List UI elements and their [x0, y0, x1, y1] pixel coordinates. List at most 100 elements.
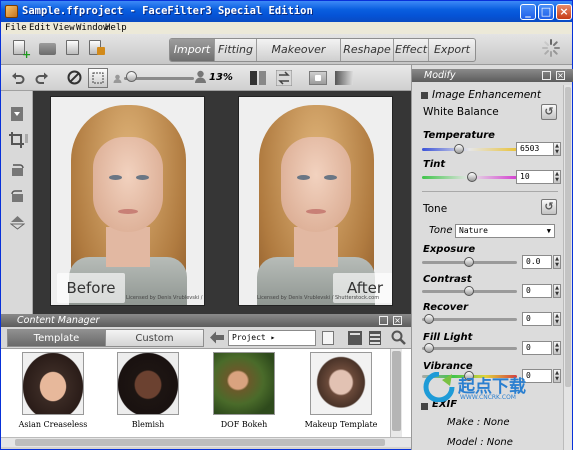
template-thumb-blemish[interactable]	[117, 352, 179, 415]
divider	[422, 191, 558, 192]
scrollbar-thumb[interactable]	[15, 439, 385, 446]
model-label: Model :	[447, 437, 487, 448]
open-folder-icon[interactable]	[39, 40, 57, 56]
menu-edit[interactable]: Edit	[29, 22, 51, 34]
menu-window[interactable]: Window	[76, 22, 109, 34]
tone-select[interactable]: Nature ▼	[455, 224, 555, 238]
list-view-icon[interactable]	[369, 331, 381, 345]
temperature-field[interactable]: 6503	[516, 142, 554, 156]
temperature-slider[interactable]	[422, 148, 517, 151]
single-view-icon[interactable]	[309, 71, 327, 85]
modify-scrollbar[interactable]	[563, 85, 572, 450]
recover-slider-knob[interactable]	[424, 314, 434, 324]
contrast-spinner[interactable]: ▲ ▼	[553, 284, 561, 298]
save-template-icon[interactable]	[322, 331, 334, 345]
folder-select[interactable]: Project ▸	[228, 330, 316, 346]
fill-light-spinner[interactable]: ▲ ▼	[553, 341, 561, 355]
tab-custom[interactable]: Custom	[105, 329, 204, 347]
zoom-value: 13%	[209, 72, 233, 83]
recover-slider[interactable]	[422, 318, 517, 321]
tab-import[interactable]: Import	[170, 39, 215, 61]
menu-bar: File Edit View Window Help	[1, 22, 572, 34]
template-horizontal-scrollbar[interactable]	[1, 437, 411, 447]
contrast-field[interactable]: 0	[522, 284, 552, 298]
search-icon[interactable]	[391, 330, 406, 345]
temperature-slider-knob[interactable]	[454, 144, 464, 154]
model-row: Model : None	[447, 437, 513, 448]
menu-view[interactable]: View	[53, 22, 75, 34]
exposure-field[interactable]: 0.0	[522, 255, 552, 269]
zoom-in-icon[interactable]	[195, 70, 206, 83]
undo-icon[interactable]	[11, 71, 25, 85]
save-as-icon[interactable]	[89, 40, 107, 56]
swap-icon[interactable]	[276, 70, 292, 86]
new-project-icon[interactable]: +	[13, 40, 31, 61]
chevron-right-icon: ▸	[265, 333, 276, 342]
template-thumb-dof-bokeh[interactable]	[213, 352, 275, 415]
tab-effect[interactable]: Effect	[394, 39, 429, 61]
fill-light-field[interactable]: 0	[522, 341, 552, 355]
menu-help[interactable]: Help	[105, 22, 127, 34]
menu-file[interactable]: File	[5, 22, 27, 34]
image-enhancement-heading: Image Enhancement	[432, 89, 541, 101]
tint-spinner[interactable]: ▲ ▼	[553, 170, 561, 184]
contrast-label: Contrast	[423, 274, 472, 285]
recover-spinner[interactable]: ▲ ▼	[553, 312, 561, 326]
redo-icon[interactable]	[35, 71, 49, 85]
panel-close-icon[interactable]: ×	[393, 316, 402, 325]
recover-field[interactable]: 0	[522, 312, 552, 326]
crop-icon[interactable]	[9, 132, 29, 148]
tab-makeover[interactable]: Makeover	[257, 39, 341, 61]
panel-close-icon[interactable]: ×	[556, 71, 565, 80]
rotate-right-icon[interactable]	[10, 189, 25, 204]
white-balance-reset-button[interactable]: ↺	[541, 104, 557, 120]
after-photo[interactable]: After Licensed by Denis Vrublevski / Shu…	[239, 97, 392, 305]
split-view-icon[interactable]	[250, 71, 266, 85]
template-thumb-asian-creaseless[interactable]	[22, 352, 84, 415]
compare-icon[interactable]	[335, 71, 353, 85]
rotate-left-icon[interactable]	[10, 163, 25, 178]
before-photo[interactable]: Before Licensed by Denis Vrublevski / Sh…	[51, 97, 204, 305]
photo-canvas[interactable]: Before Licensed by Denis Vrublevski / Sh…	[33, 91, 411, 314]
temperature-spinner[interactable]: ▲ ▼	[553, 142, 561, 156]
chevron-down-icon: ▼	[546, 227, 551, 235]
tab-template[interactable]: Template	[7, 329, 106, 347]
minimize-button[interactable]: _	[520, 4, 536, 20]
tab-reshape[interactable]: Reshape	[341, 39, 394, 61]
scrollbar-thumb[interactable]	[392, 351, 401, 431]
zoom-slider-knob[interactable]	[126, 71, 137, 82]
folder-name: Project	[232, 333, 266, 342]
fill-light-slider-knob[interactable]	[424, 343, 434, 353]
tab-export[interactable]: Export	[429, 39, 475, 61]
title-bar[interactable]: Sample.ffproject - FaceFilter3 Special E…	[1, 1, 572, 22]
tab-fitting[interactable]: Fitting	[215, 39, 257, 61]
tint-field[interactable]: 10	[516, 170, 554, 184]
exposure-spinner[interactable]: ▲ ▼	[553, 255, 561, 269]
flip-icon[interactable]	[10, 215, 25, 230]
modify-panel-header: Modify ×	[412, 69, 573, 82]
import-photo-icon[interactable]	[10, 106, 24, 122]
panel-float-icon[interactable]	[542, 71, 551, 80]
editor-toolbar: 13%	[1, 65, 411, 91]
template-thumb-makeup[interactable]	[310, 352, 372, 415]
close-button[interactable]: ×	[556, 4, 572, 20]
tint-slider-knob[interactable]	[467, 172, 477, 182]
contrast-slider-knob[interactable]	[464, 286, 474, 296]
clear-icon[interactable]	[67, 70, 82, 85]
save-icon[interactable]	[65, 40, 83, 56]
scrollbar-thumb[interactable]	[565, 87, 571, 387]
tone-reset-button[interactable]: ↺	[541, 199, 557, 215]
tone-heading: Tone	[423, 203, 448, 215]
model-value: None	[486, 437, 513, 448]
template-vertical-scrollbar[interactable]	[390, 349, 402, 437]
back-arrow-icon[interactable]	[210, 331, 224, 344]
panel-float-icon[interactable]	[379, 316, 388, 325]
fill-light-slider[interactable]	[422, 347, 517, 350]
zoom-out-icon[interactable]	[113, 74, 122, 83]
fit-icon[interactable]	[88, 68, 108, 88]
tone-value: Nature	[459, 226, 488, 235]
exposure-slider-knob[interactable]	[464, 257, 474, 267]
maximize-button[interactable]: □	[538, 4, 554, 20]
grid-view-icon[interactable]	[348, 331, 362, 345]
content-manager-title: Content Manager	[17, 315, 100, 326]
